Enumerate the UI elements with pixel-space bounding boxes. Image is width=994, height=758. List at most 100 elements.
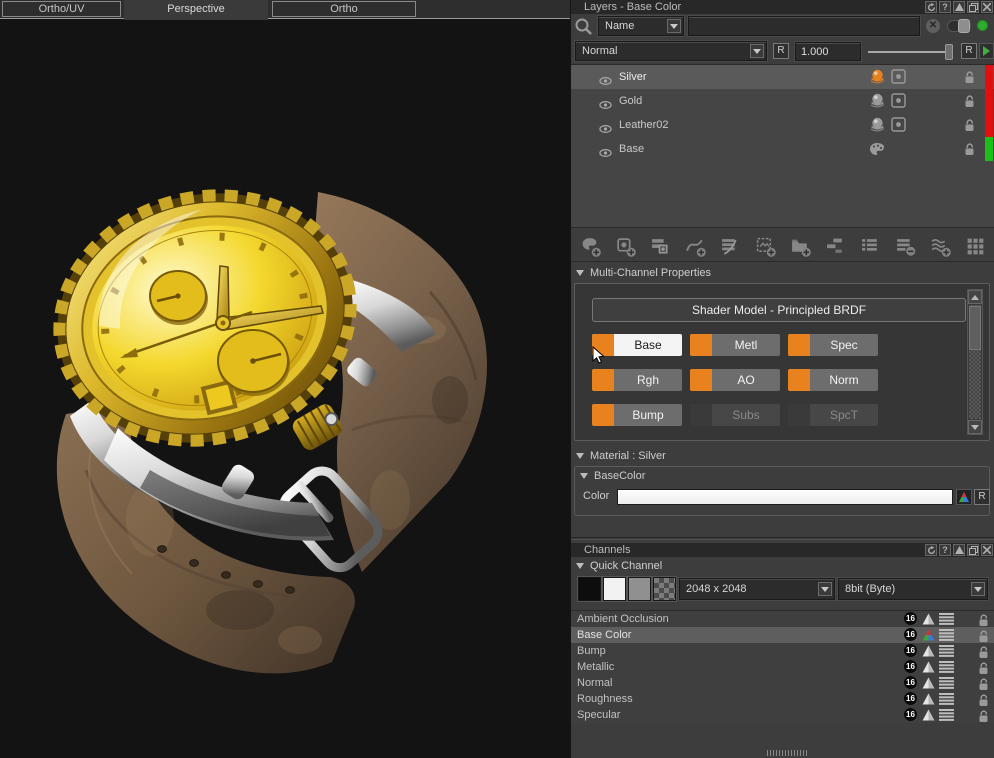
add-paint-layer-icon[interactable] [579,235,601,257]
layer-name: Leather02 [619,113,669,137]
collapse-icon[interactable] [953,544,965,556]
refresh-icon[interactable] [925,1,937,13]
add-pattern-layer-icon[interactable] [754,235,776,257]
channel-row[interactable]: Bump16 [571,643,994,659]
channel-name: Bump [577,643,606,659]
shader-model-button[interactable]: Shader Model - Principled BRDF [592,298,966,322]
chevron-down-icon[interactable] [971,582,985,596]
color-reset-button[interactable]: R [974,489,990,505]
channel-button-bump[interactable]: Bump [592,404,682,426]
add-waves-icon[interactable] [929,235,951,257]
channel-button-rgh[interactable]: Rgh [592,369,682,391]
tab-perspective[interactable]: Perspective [124,0,268,20]
layer-strip [985,113,993,137]
opacity-reset-button[interactable]: R [961,43,977,59]
blend-reset-button[interactable]: R [773,43,789,59]
opacity-input[interactable] [795,42,861,61]
quick-channel-header[interactable]: Quick Channel [571,559,994,574]
channel-buttons-grid: BaseMetlSpecRghAONormBumpSubsSpcT [592,334,892,426]
material-section-header[interactable]: Material : Silver [571,449,994,464]
channels-panel-titlebar[interactable]: Channels ? [571,543,994,557]
search-field-dropdown[interactable]: Name [598,16,684,36]
unlock-icon[interactable] [977,709,990,728]
layer-row[interactable]: Leather02 [571,113,994,137]
refresh-icon[interactable] [925,544,937,556]
chevron-down-icon[interactable] [818,582,832,596]
channel-button-ao[interactable]: AO [690,369,780,391]
scroll-down-icon[interactable] [968,420,982,434]
add-curve-layer-icon[interactable] [684,235,706,257]
channel-button-spct[interactable]: SpcT [788,404,878,426]
layer-row[interactable]: Gold [571,89,994,113]
layer-row[interactable]: Silver [571,65,994,89]
search-icon [574,17,593,39]
layer-list-icon[interactable] [859,235,881,257]
collapse-icon[interactable] [953,1,965,13]
tab-ortho-uv[interactable]: Ortho/UV [2,1,121,17]
black-swatch[interactable] [578,577,601,601]
duplicate-layer-icon[interactable] [649,235,671,257]
scrollbar-thumb[interactable] [969,306,981,350]
channel-row[interactable]: Normal16 [571,675,994,691]
scroll-up-icon[interactable] [968,290,982,304]
channel-row[interactable]: Roughness16 [571,691,994,707]
float-window-icon[interactable] [967,544,979,556]
channel-button-spec[interactable]: Spec [788,334,878,356]
add-folder-icon[interactable] [789,235,811,257]
multichannel-section-header[interactable]: Multi-Channel Properties [571,266,994,281]
opacity-slider-handle[interactable] [945,44,953,60]
chevron-down-icon[interactable] [667,19,681,33]
resolution-dropdown[interactable]: 2048 x 2048 [679,578,835,600]
channel-button-label: Bump [632,408,663,422]
channel-row[interactable]: Base Color16 [571,627,994,643]
float-window-icon[interactable] [967,1,979,13]
mono-triangle-icon[interactable] [922,709,935,726]
layer-search-input[interactable] [688,16,920,36]
gray-swatch[interactable] [628,577,651,601]
channel-row[interactable]: Ambient Occlusion16 [571,611,994,627]
chevron-down-icon[interactable] [750,44,764,58]
clear-search-icon[interactable]: ✕ [926,19,940,33]
visibility-eye-icon[interactable] [599,143,612,167]
channel-stack-icon[interactable] [939,709,954,726]
grid-view-icon[interactable] [964,235,986,257]
blend-mode-dropdown[interactable]: Normal [575,41,767,61]
channel-button-label: Spec [830,338,857,352]
color-swatch-bar[interactable] [617,489,953,505]
rearrange-layers-icon[interactable] [824,235,846,257]
rgb-picker-icon[interactable] [956,489,972,505]
curve-stack-icon[interactable] [719,235,741,257]
channel-button-subs[interactable]: Subs [690,404,780,426]
help-icon[interactable]: ? [939,1,951,13]
viewport-3d[interactable]: Ortho/UV Perspective Ortho [0,0,570,758]
tab-ortho[interactable]: Ortho [272,1,416,17]
channel-button-metl[interactable]: Metl [690,334,780,356]
multichannel-scrollbar[interactable] [967,289,983,435]
opacity-slider[interactable] [868,51,948,53]
help-icon[interactable]: ? [939,544,951,556]
unlock-icon[interactable] [963,141,976,165]
quick-channel-row: 2048 x 2048 8bit (Byte) [571,577,994,603]
toolbar-drag-handle[interactable] [767,750,807,756]
channel-button-label: Norm [829,373,858,387]
search-filter-toggle[interactable] [947,20,971,32]
bit-depth-dropdown[interactable]: 8bit (Byte) [838,578,988,600]
color-label: Color [583,490,609,502]
layers-panel-titlebar[interactable]: Layers - Base Color ? [571,0,994,14]
bit-depth-badge: 16 [904,628,917,641]
play-icon[interactable] [979,43,994,59]
panel-divider[interactable] [571,537,994,540]
remove-from-list-icon[interactable] [894,235,916,257]
basecolor-subheader[interactable]: BaseColor [580,470,645,482]
transparent-swatch[interactable] [653,577,676,601]
add-layer-with-mask-icon[interactable] [614,235,636,257]
layer-row[interactable]: Base [571,137,994,161]
white-swatch[interactable] [603,577,626,601]
channel-button-norm[interactable]: Norm [788,369,878,391]
close-icon[interactable] [981,544,993,556]
close-icon[interactable] [981,1,993,13]
material-sphere-icon[interactable] [869,141,885,165]
bit-depth-badge: 16 [904,660,917,673]
channel-row[interactable]: Specular16 [571,707,994,723]
channel-row[interactable]: Metallic16 [571,659,994,675]
